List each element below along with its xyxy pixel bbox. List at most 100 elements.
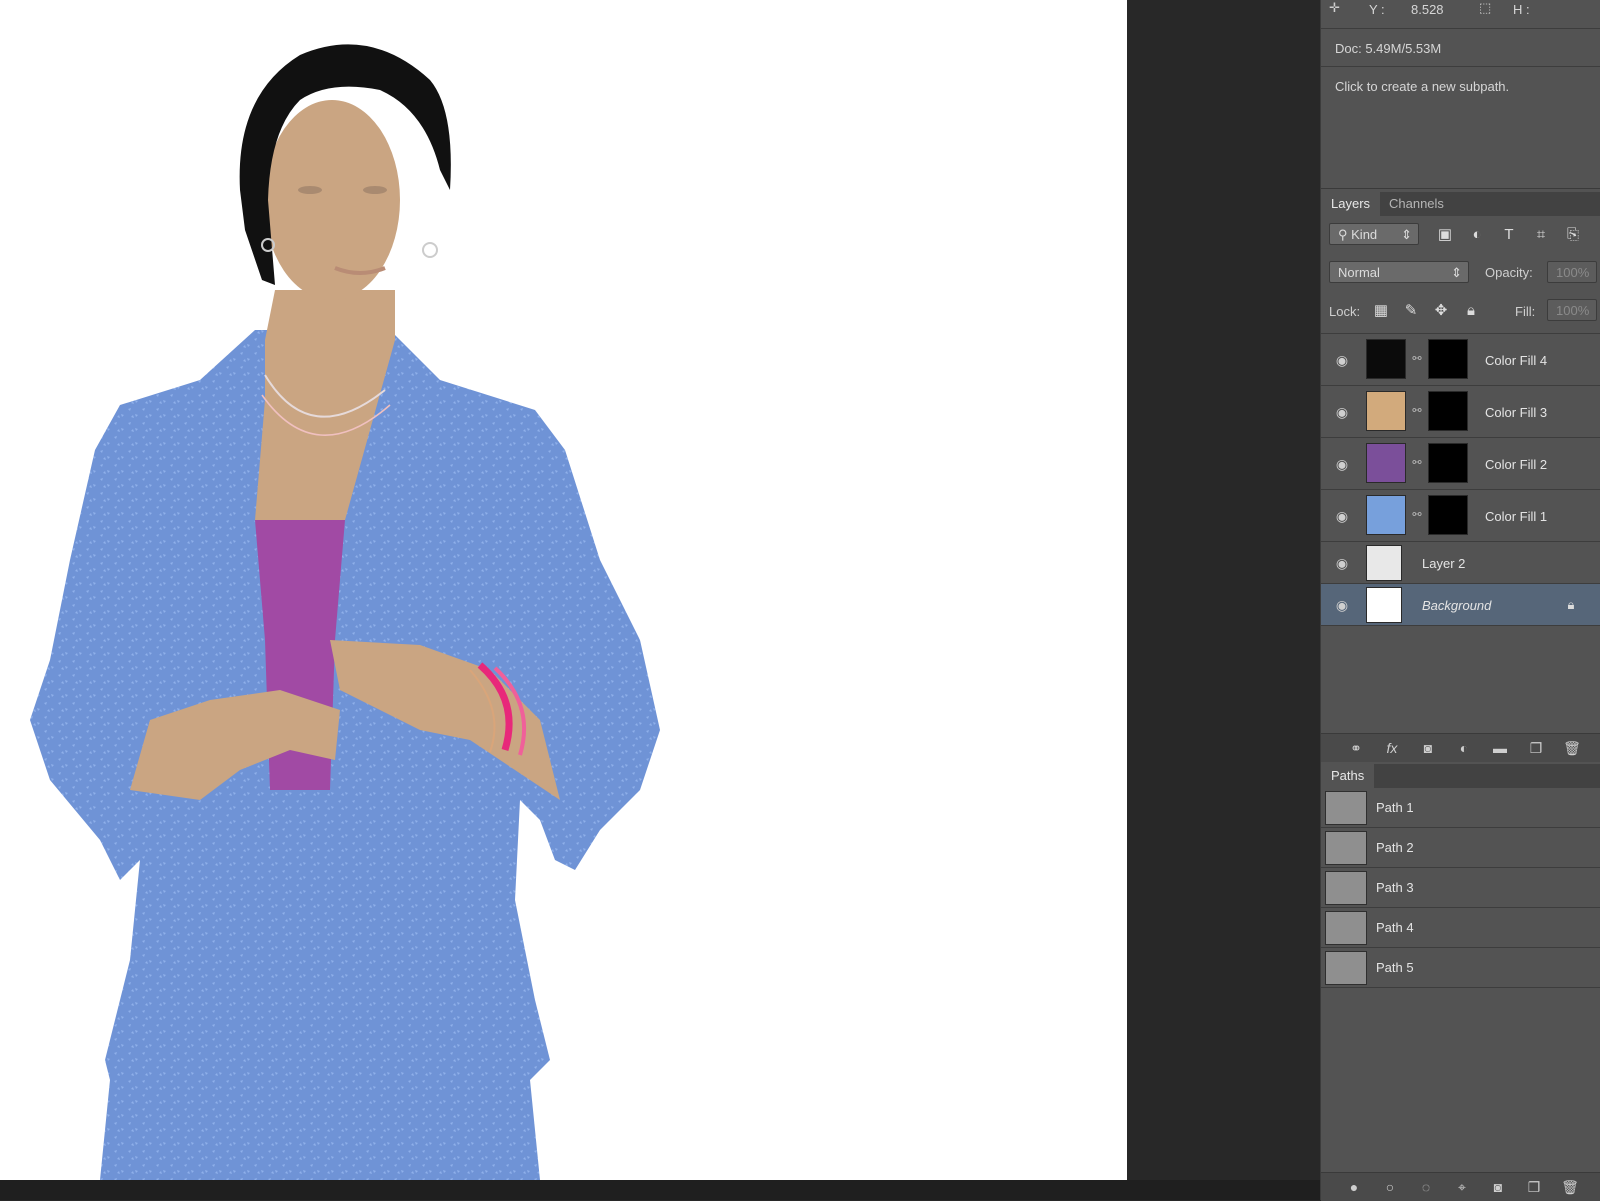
size-icon: ⬚ xyxy=(1479,0,1492,15)
eye-icon[interactable]: ◉ xyxy=(1333,353,1351,367)
trash-icon[interactable]: 🗑︎ xyxy=(1563,740,1581,756)
lock-pixels-icon[interactable]: ✎ xyxy=(1401,301,1421,321)
layers-list: ◉ ⚯ Color Fill 4 ◉ ⚯ Color Fill 3 ◉ ⚯ Co… xyxy=(1321,333,1600,734)
layer-name[interactable]: Background xyxy=(1422,598,1491,613)
layer-row-color-fill-3[interactable]: ◉ ⚯ Color Fill 3 xyxy=(1321,386,1600,438)
path-thumb xyxy=(1325,871,1367,905)
lock-icon: 🔒︎ xyxy=(1567,597,1575,612)
path-name[interactable]: Path 5 xyxy=(1376,960,1414,975)
y-value: 8.528 xyxy=(1411,2,1444,17)
divider xyxy=(1321,66,1600,67)
tab-paths[interactable]: Paths xyxy=(1321,764,1375,788)
layer-name[interactable]: Color Fill 3 xyxy=(1485,405,1547,420)
layer-name[interactable]: Color Fill 4 xyxy=(1485,353,1547,368)
lock-all-icon[interactable]: 🔒︎ xyxy=(1461,301,1481,321)
eye-icon[interactable]: ◉ xyxy=(1333,598,1351,612)
layer-name[interactable]: Color Fill 2 xyxy=(1485,457,1547,472)
doc-size: Doc: 5.49M/5.53M xyxy=(1335,41,1442,56)
layer-name[interactable]: Layer 2 xyxy=(1422,556,1465,571)
lock-label: Lock: xyxy=(1329,304,1361,319)
layer-mask-thumb[interactable] xyxy=(1428,443,1468,483)
blend-mode-select[interactable]: Normal ⇕ xyxy=(1329,261,1469,283)
canvas-area[interactable] xyxy=(0,0,1320,1180)
layer-mask-thumb[interactable] xyxy=(1428,391,1468,431)
fill-label: Fill: xyxy=(1515,304,1536,319)
layer-color-swatch[interactable] xyxy=(1366,391,1406,431)
chevron-updown-icon: ⇕ xyxy=(1401,227,1412,242)
folder-icon[interactable]: ▬ xyxy=(1491,740,1509,756)
link-icon[interactable]: ⚯ xyxy=(1412,352,1422,368)
opacity-label: Opacity: xyxy=(1485,265,1533,280)
path-name[interactable]: Path 1 xyxy=(1376,800,1414,815)
document-canvas[interactable] xyxy=(0,0,1127,1180)
make-work-path-icon[interactable]: ⌖ xyxy=(1453,1179,1471,1195)
eye-icon[interactable]: ◉ xyxy=(1333,405,1351,419)
type-filter-icon[interactable]: T xyxy=(1499,225,1519,245)
crosshair-icon: ✛ xyxy=(1329,0,1340,15)
link-layers-icon[interactable]: ⚭ xyxy=(1347,740,1365,756)
layer-row-color-fill-4[interactable]: ◉ ⚯ Color Fill 4 xyxy=(1321,334,1600,386)
smart-object-filter-icon[interactable]: ⎘ xyxy=(1563,225,1583,245)
fill-field[interactable]: 100% xyxy=(1547,299,1597,321)
path-thumb xyxy=(1325,831,1367,865)
tab-layers[interactable]: Layers xyxy=(1321,192,1381,216)
fill-path-icon[interactable]: ● xyxy=(1345,1179,1363,1195)
stroke-path-icon[interactable]: ○ xyxy=(1381,1179,1399,1195)
path-row[interactable]: Path 5 xyxy=(1321,948,1600,988)
layer-color-swatch[interactable] xyxy=(1366,443,1406,483)
path-thumb xyxy=(1325,911,1367,945)
link-icon[interactable]: ⚯ xyxy=(1412,508,1422,524)
layer-thumb[interactable] xyxy=(1366,545,1402,581)
h-label: H : xyxy=(1513,2,1530,17)
status-strip xyxy=(0,1180,1320,1200)
layer-mask-thumb[interactable] xyxy=(1428,495,1468,535)
layer-row-background[interactable]: ◉ Background 🔒︎ xyxy=(1321,584,1600,626)
kind-filter-select[interactable]: ⚲ Kind ⇕ xyxy=(1329,223,1419,245)
link-icon[interactable]: ⚯ xyxy=(1412,456,1422,472)
link-icon[interactable]: ⚯ xyxy=(1412,404,1422,420)
new-layer-icon[interactable]: ❐ xyxy=(1527,740,1545,756)
layers-footer: ⚭ fx ◙ ◐ ▬ ❐ 🗑︎ xyxy=(1321,733,1600,762)
lock-position-icon[interactable]: ✥ xyxy=(1431,301,1451,321)
fx-icon[interactable]: fx xyxy=(1383,740,1401,756)
path-name[interactable]: Path 2 xyxy=(1376,840,1414,855)
path-row[interactable]: Path 3 xyxy=(1321,868,1600,908)
path-row[interactable]: Path 4 xyxy=(1321,908,1600,948)
search-icon: ⚲ xyxy=(1338,227,1352,242)
path-name[interactable]: Path 4 xyxy=(1376,920,1414,935)
paths-tabbar: Paths xyxy=(1321,764,1600,788)
add-mask-icon[interactable]: ◙ xyxy=(1489,1179,1507,1195)
shape-filter-icon[interactable]: ⌗ xyxy=(1531,225,1551,245)
artwork-woman-figure xyxy=(30,44,660,1180)
path-thumb xyxy=(1325,791,1367,825)
adjustment-layer-icon[interactable]: ◐ xyxy=(1455,740,1473,756)
right-panel: ✛ Y : 8.528 ⬚ H : Doc: 5.49M/5.53M Click… xyxy=(1320,0,1600,1201)
lock-transparency-icon[interactable]: ▦ xyxy=(1371,301,1391,321)
layer-color-swatch[interactable] xyxy=(1366,339,1406,379)
load-selection-icon[interactable]: ◌ xyxy=(1417,1179,1435,1195)
tool-hint: Click to create a new subpath. xyxy=(1335,79,1510,94)
path-row[interactable]: Path 1 xyxy=(1321,788,1600,828)
trash-icon[interactable]: 🗑︎ xyxy=(1561,1179,1579,1195)
layer-mask-thumb[interactable] xyxy=(1428,339,1468,379)
eye-icon[interactable]: ◉ xyxy=(1333,457,1351,471)
layer-thumb[interactable] xyxy=(1366,587,1402,623)
image-filter-icon[interactable]: ▣ xyxy=(1435,225,1455,245)
path-row[interactable]: Path 2 xyxy=(1321,828,1600,868)
paths-footer: ● ○ ◌ ⌖ ◙ ❐ 🗑︎ xyxy=(1321,1172,1600,1201)
path-name[interactable]: Path 3 xyxy=(1376,880,1414,895)
new-path-icon[interactable]: ❐ xyxy=(1525,1179,1543,1195)
adjustment-filter-icon[interactable]: ◐ xyxy=(1467,225,1487,245)
chevron-updown-icon: ⇕ xyxy=(1451,265,1462,280)
y-label: Y : xyxy=(1369,2,1385,17)
layer-row-color-fill-1[interactable]: ◉ ⚯ Color Fill 1 xyxy=(1321,490,1600,542)
add-mask-icon[interactable]: ◙ xyxy=(1419,740,1437,756)
layer-color-swatch[interactable] xyxy=(1366,495,1406,535)
layer-row-color-fill-2[interactable]: ◉ ⚯ Color Fill 2 xyxy=(1321,438,1600,490)
tab-channels[interactable]: Channels xyxy=(1379,192,1454,216)
opacity-field[interactable]: 100% xyxy=(1547,261,1597,283)
layer-name[interactable]: Color Fill 1 xyxy=(1485,509,1547,524)
layer-row-layer-2[interactable]: ◉ Layer 2 xyxy=(1321,542,1600,584)
eye-icon[interactable]: ◉ xyxy=(1333,509,1351,523)
eye-icon[interactable]: ◉ xyxy=(1333,556,1351,570)
